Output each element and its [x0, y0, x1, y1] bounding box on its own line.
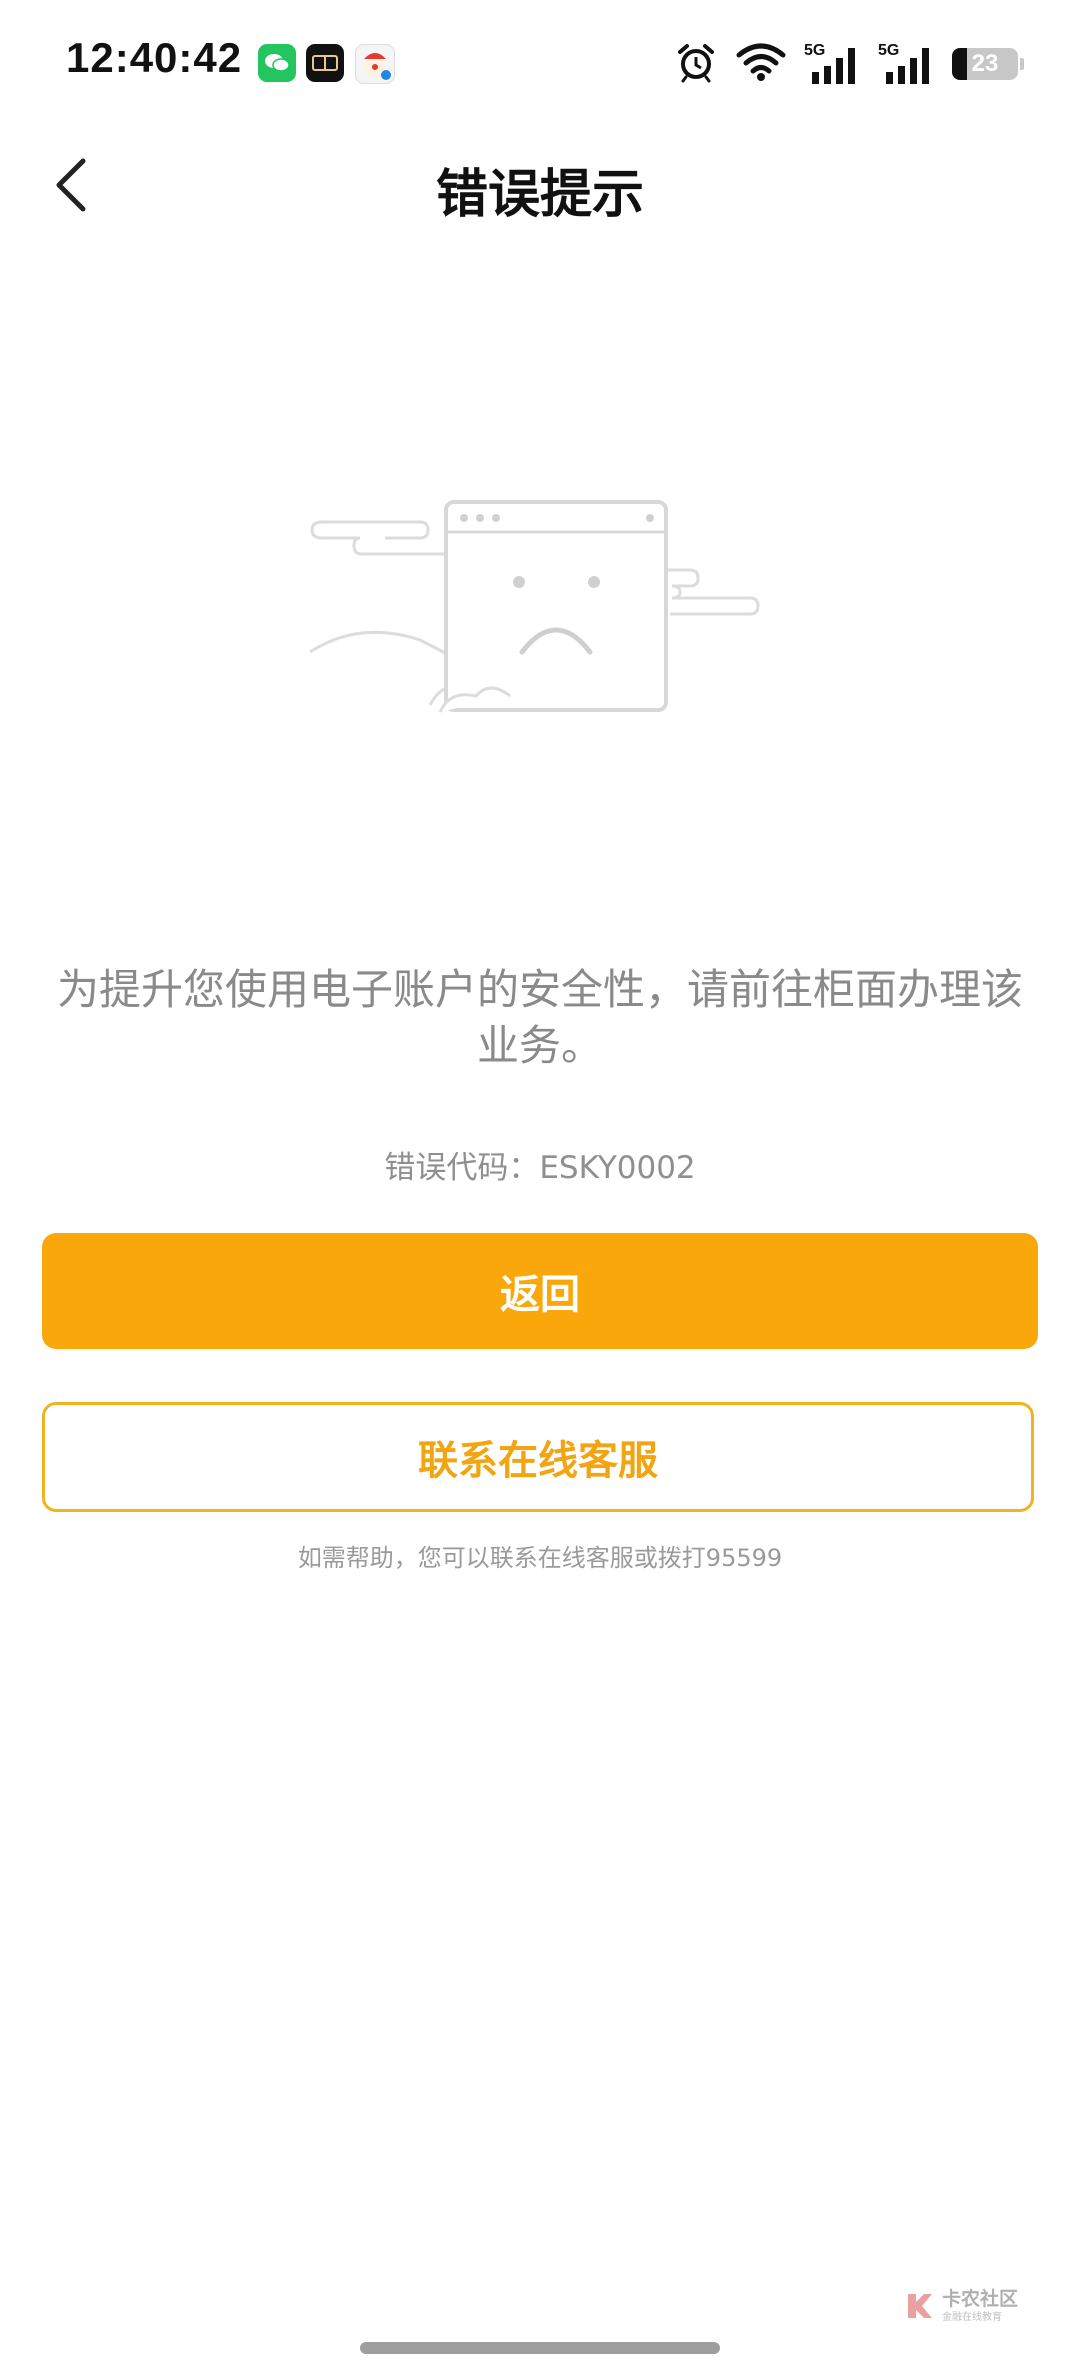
signal-icon-sim1: 5G — [804, 42, 860, 86]
battery-nub — [1020, 58, 1024, 70]
page-title: 错误提示 — [435, 165, 644, 225]
error-code: 错误代码：ESKY0002 — [384, 1150, 696, 1186]
nav-bar: 错误提示 — [0, 130, 1080, 240]
error-illustration — [300, 490, 770, 730]
wifi-icon — [736, 42, 786, 86]
status-icons: 5G 5G 23 — [674, 36, 1024, 92]
error-message: 为提升您使用电子账户的安全性，请前往柜面办理该业务。 — [56, 965, 1023, 1070]
status-time: 12:40:42 — [66, 34, 243, 81]
clown-app-icon — [355, 44, 395, 84]
signal-icon-sim2: 5G — [878, 42, 934, 86]
battery-level: 23 — [971, 50, 999, 77]
battery-icon: 23 — [952, 48, 1018, 80]
wechat-app-icon — [258, 44, 296, 82]
return-button[interactable]: 返回 — [42, 1233, 1038, 1349]
contact-online-service-button[interactable]: 联系在线客服 — [42, 1402, 1034, 1512]
help-text: 如需帮助，您可以联系在线客服或拨打95599 — [297, 1544, 783, 1572]
kanong-logo-icon — [908, 2294, 932, 2318]
watermark-title: 卡农社区 — [942, 2288, 1019, 2310]
watermark: 卡农社区 金融在线教育 — [902, 2284, 1042, 2328]
status-bar: 12:40:42 5G 5G 23 — [0, 0, 1080, 130]
home-indicator[interactable] — [360, 2342, 720, 2354]
watermark-subtitle: 金融在线教育 — [942, 2312, 1002, 2323]
alarm-icon — [674, 40, 718, 88]
reader-app-icon — [306, 44, 344, 82]
